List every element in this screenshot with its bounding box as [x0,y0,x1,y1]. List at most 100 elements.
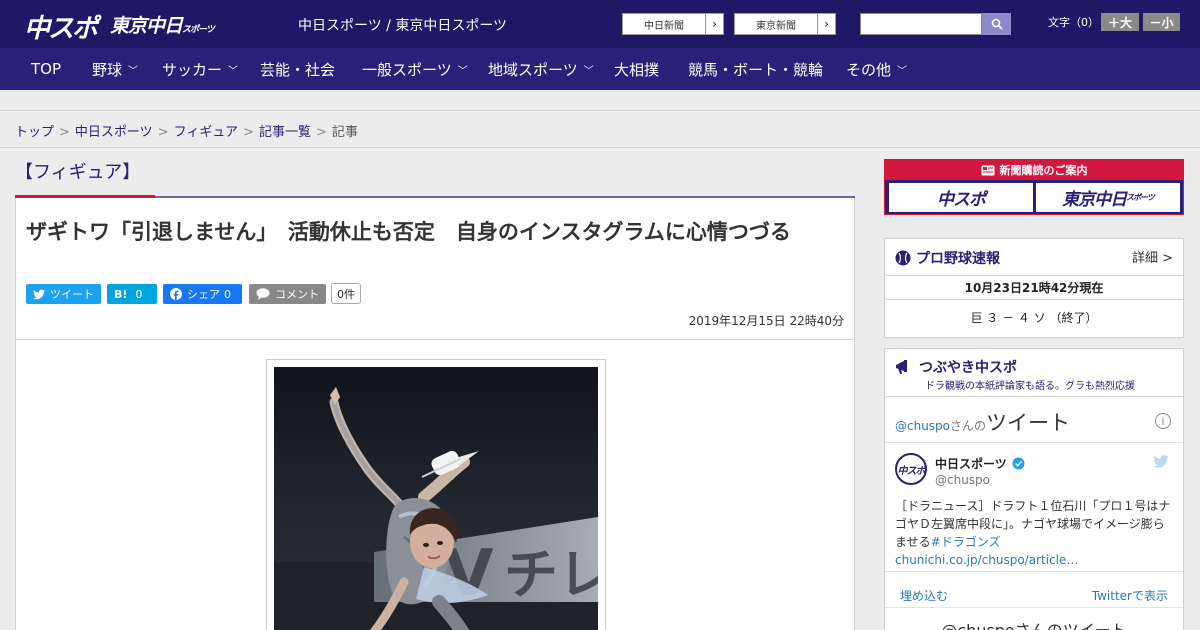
chevron-right-icon: › [705,14,723,34]
subscribe-header: 新聞購読のご案内 [885,160,1183,180]
facebook-share-button[interactable]: シェア 0 [163,284,242,304]
breadcrumb-separator: > [157,125,169,140]
view-on-twitter-link[interactable]: Twitterで表示 [1092,587,1168,604]
divider [885,299,1183,300]
comment-label: コメント [275,288,319,301]
tweets-subtitle: ドラ観戦の本紙評論家も語る。グラも熱烈応援 [925,381,1135,392]
embed-link[interactable]: 埋め込む [900,587,948,604]
chevron-down-icon: ﹀ [583,65,594,77]
tokyo-chunichi-logo[interactable]: 東京中日スポーツ [110,11,215,38]
nav-item-local-sports[interactable]: 地域スポーツ ﹀ [488,48,594,90]
search-input[interactable] [860,13,982,35]
facebook-share-label: シェア [187,288,220,301]
tweet-feed-handle[interactable]: @chuspo [895,419,950,433]
article-headline: ザギトワ「引退しません」 活動休止も否定 自身のインスタグラムに心情つづる [26,220,791,244]
chevron-down-icon: ﹀ [457,65,468,77]
nav-label: その他 [846,60,892,79]
info-icon[interactable]: i [1155,413,1171,429]
breadcrumb-link-article-list[interactable]: 記事一覧 [259,125,311,140]
subscribe-tokyo-button[interactable]: 東京中日 スポーツ [1036,183,1180,212]
nav-item-top[interactable]: TOP [31,48,61,90]
divider [885,607,1183,608]
hatena-icon: B! [114,287,128,301]
tweet-button[interactable]: ツイート [26,284,101,304]
breadcrumb-link-top[interactable]: トップ [15,125,54,140]
avatar[interactable]: 中スポ [895,453,927,485]
svg-text:チレ: チレ [504,543,598,606]
chunichi-shimbun-label: 中日新聞 [644,20,684,32]
site-title[interactable]: 中日スポーツ / 東京中日スポーツ [298,15,507,35]
tweet-label: ツイート [50,288,94,301]
font-bigger-button[interactable]: ＋大 [1101,13,1139,31]
search-icon [991,18,1003,30]
divider [885,442,1183,443]
baseball-icon [895,250,911,266]
publish-date: 2019年12月15日 22時40分 [688,314,844,328]
breadcrumb-bar: トップ > 中日スポーツ > フィギュア > 記事一覧 > 記事 [0,110,1200,148]
nav-label: 野球 [92,60,123,79]
header-bar: 中スポ 東京中日スポーツ 中日スポーツ / 東京中日スポーツ 中日新聞 › 東京… [0,0,1200,48]
subscribe-banner[interactable]: 新聞購読のご案内 中スポ 東京中日 スポーツ [884,159,1184,215]
hatena-bookmark-button[interactable]: B! 0 [107,284,157,304]
chunichi-shimbun-link[interactable]: 中日新聞 › [622,13,724,35]
nav-label: 地域スポーツ [488,60,578,79]
nav-label: 一般スポーツ [362,60,452,79]
nav-item-general-sports[interactable]: 一般スポーツ ﹀ [362,48,468,90]
chevron-right-icon: › [817,14,835,34]
chevron-down-icon: ﹀ [897,65,908,77]
tweet-feed-title: @chuspoさんのツイート [895,407,1070,437]
breadcrumb-current: 記事 [331,125,358,140]
baseball-game-score[interactable]: 巨 ３ － ４ ソ （終了） [885,309,1183,326]
nav-label: サッカー [162,60,223,79]
nav-item-sumo[interactable]: 大相撲 [614,48,659,90]
tokyo-shimbun-label: 東京新聞 [756,20,796,32]
comment-button[interactable]: コメント [249,284,326,304]
tweet-user-handle[interactable]: @chuspo [935,473,990,487]
article-category: 【フィギュア】 [15,162,141,183]
subscribe-tokyo-logo: 東京中日 [1062,190,1127,210]
breadcrumb-separator: > [315,125,327,140]
tweets-box: つぶやき中スポ ドラ観戦の本紙評論家も語る。グラも熱烈応援 @chuspoさんの… [884,348,1184,630]
tweet-feed-handle-suffix: さんの [950,419,987,433]
tweet-text-block: ［ドラニュース］ドラフト１位石川「プロ１号はナゴヤＤ左翼席中段に」。ナゴヤ球場で… [895,497,1173,569]
tweet-feed-label: ツイート [986,411,1071,435]
nav-label: 競馬・ボート・競輪 [688,60,824,79]
hatena-count: 0 [135,287,143,301]
baseball-detail-link[interactable]: 詳細 > [1132,247,1173,266]
subscribe-chuspo-button[interactable]: 中スポ [889,183,1033,212]
chevron-down-icon: ﹀ [128,65,139,77]
subscribe-tokyo-logo-sub: スポーツ [1126,193,1155,202]
twitter-bird-icon [33,289,45,299]
search-button[interactable] [982,13,1011,35]
font-smaller-button[interactable]: －小 [1143,13,1180,31]
comment-count: 0件 [331,283,361,304]
tokyo-shimbun-link[interactable]: 東京新聞 › [734,13,836,35]
baseball-scores-box: プロ野球速報 詳細 > 10月23日21時42分現在 巨 ３ － ４ ソ （終了… [884,238,1184,338]
nav-item-baseball[interactable]: 野球 ﹀ [92,48,138,90]
article-photo[interactable]: V チレ [274,367,598,630]
main-nav: TOP 野球 ﹀ サッカー ﹀ 芸能・社会 一般スポーツ ﹀ 地域スポーツ ﹀ 大相撲 … [0,48,1200,90]
nav-item-soccer[interactable]: サッカー ﹀ [162,48,238,90]
nav-item-entertainment[interactable]: 芸能・社会 [260,48,335,90]
divider [885,396,1183,397]
breadcrumb-link-figure[interactable]: フィギュア [174,125,238,140]
baseball-update-time: 10月23日21時42分現在 [964,281,1104,295]
baseball-title: プロ野球速報 [916,251,1000,267]
breadcrumb-link-chunichi-sports[interactable]: 中日スポーツ [75,125,153,140]
nav-item-racing[interactable]: 競馬・ボート・競輪 [688,48,823,90]
megaphone-icon [896,360,907,374]
facebook-share-count: 0 [224,287,231,301]
nav-item-other[interactable]: その他 ﹀ [846,48,907,90]
article-photo-frame: V チレ [266,359,606,630]
chevron-down-icon: ﹀ [228,65,239,77]
tweet-user-name-row: 中日スポーツ [935,455,1025,472]
speech-bubble-icon [256,288,270,300]
nav-label: 芸能・社会 [260,60,336,79]
tokyo-logo-main: 東京中日 [110,15,183,37]
divider [16,339,854,340]
baseball-header: プロ野球速報 [895,248,1000,268]
newspaper-icon [981,165,994,175]
chuspo-logo[interactable]: 中スポ [24,8,98,45]
tweet-user-name[interactable]: 中日スポーツ [935,455,1007,472]
tweet-feed-footer[interactable]: @chuspoさんのツイート [885,617,1183,630]
